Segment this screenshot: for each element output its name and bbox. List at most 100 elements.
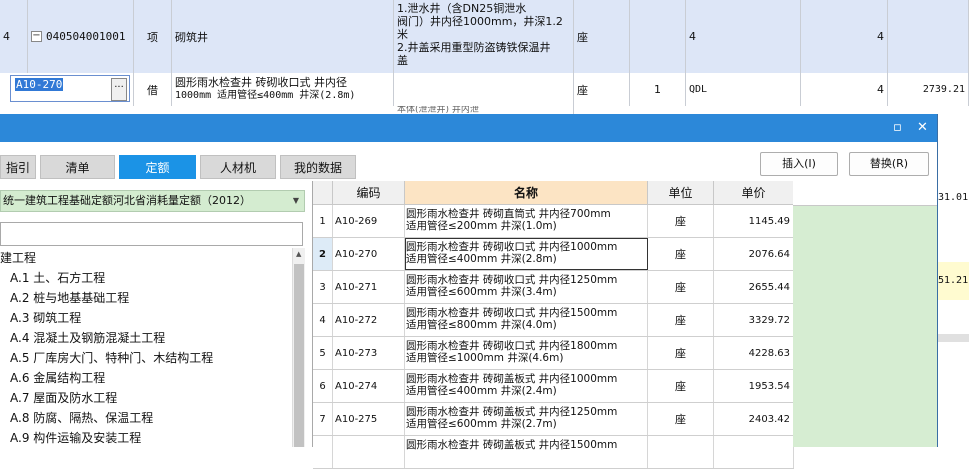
quota-name: 圆形雨水检查井 砖砌盖板式 井内径1000mm 适用管径≤400mm 井深(2.4… [405,370,648,402]
name-line-1: 圆形雨水检查井 砖砌盖板式 井内径1000mm [406,373,618,385]
row-coef: 1 [630,73,686,106]
name-line-1: 圆形雨水检查井 砖砌收口式 井内径1250mm [406,274,618,286]
tree-item[interactable]: A.6 金属结构工程 [0,368,291,388]
grid-header-unit[interactable]: 单位 [648,181,714,205]
row-number: 5 [313,337,333,369]
quota-price: 1953.54 [714,370,794,402]
desc-line: 米 [397,28,408,41]
tree-item[interactable]: A.9 构件运输及安装工程 [0,428,291,447]
table-row[interactable]: 5 A10-273 圆形雨水检查井 砖砌收口式 井内径1800mm 适用管径≤10… [313,337,794,370]
tree-item[interactable]: A.5 厂库房大门、特种门、木结构工程 [0,348,291,368]
table-row[interactable]: 圆形雨水检查井 砖砌盖板式 井内径1500mm [313,436,794,469]
name-line-2: 适用管径≤200mm 井深(1.0m) [406,220,557,232]
tree-item[interactable]: A.7 屋面及防水工程 [0,388,291,408]
tree-root[interactable]: 建工程 [0,248,291,268]
quota-code [333,436,405,468]
table-row[interactable]: 7 A10-275 圆形雨水检查井 砖砌盖板式 井内径1250mm 适用管径≤60… [313,403,794,436]
dialog-titlebar[interactable]: ▫ ✕ [0,114,937,142]
quota-unit: 座 [648,271,714,303]
row3-partial-text: 本体(泄泄井) 井内泄 [394,106,574,114]
row-name: 圆形雨水检查井 砖砌收口式 井内径 1000mm 适用管径≤400mm 井深(2… [172,73,394,106]
quota-code: A10-272 [333,304,405,336]
code-edit-value[interactable]: A10-270 [15,78,64,91]
strip-value: 31.01 [938,192,969,203]
quota-name: 圆形雨水检查井 砖砌收口式 井内径1000mm 适用管径≤400mm 井深(2.8… [405,238,648,270]
desc-line: 盖 [397,54,408,67]
row-number: 2 [313,238,333,270]
quota-price: 2655.44 [714,271,794,303]
row-qty-expr: 4 [686,0,801,73]
table-row[interactable]: 2 A10-270 圆形雨水检查井 砖砌收口式 井内径1000mm 适用管径≤40… [313,238,794,271]
strip-divider [938,334,969,342]
table-row[interactable]: 4 A10-272 圆形雨水检查井 砖砌收口式 井内径1500mm 适用管径≤80… [313,304,794,337]
name-line-2: 适用管径≤1000mm 井深(4.6m) [406,352,564,364]
replace-button[interactable]: 替换(R) [849,152,929,176]
table-row[interactable]: 6 A10-274 圆形雨水检查井 砖砌盖板式 井内径1000mm 适用管径≤40… [313,370,794,403]
scroll-up-icon[interactable]: ▲ [296,250,301,258]
quota-price: 2403.42 [714,403,794,435]
name-line-1: 圆形雨水检查井 砖砌收口式 井内径1500mm [406,307,618,319]
tab-my-data[interactable]: 我的数据 [280,155,356,179]
grid-header-name[interactable]: 名称 [405,181,648,205]
name-line-2: 适用管径≤600mm 井深(2.7m) [406,418,557,430]
tree-item[interactable]: A.4 混凝土及钢筋混凝土工程 [0,328,291,348]
quota-unit: 座 [648,304,714,336]
quota-name: 圆形雨水检查井 砖砌盖板式 井内径1250mm 适用管径≤600mm 井深(2.7… [405,403,648,435]
close-icon[interactable]: ✕ [917,120,928,135]
row-coef-empty [630,0,686,73]
quota-name: 圆形雨水检查井 砖砌盖板式 井内径1500mm [405,436,648,468]
row-name: 砌筑井 [172,0,394,73]
library-select[interactable]: 统一建筑工程基础定额河北省消耗量定额（2012） ▼ [0,190,305,212]
insert-button[interactable]: 插入(I) [760,152,838,176]
quota-price: 1145.49 [714,205,794,237]
tree-item[interactable]: A.8 防腐、隔热、保温工程 [0,408,291,428]
sheet-row-bill[interactable]: 4 − 040504001001 项 砌筑井 1.泄水井（含DN25铜泄水 阀门… [0,0,969,74]
quota-unit [648,436,714,468]
quota-name: 圆形雨水检查井 砖砌收口式 井内径1800mm 适用管径≤1000mm 井深(4.… [405,337,648,369]
scroll-thumb[interactable] [294,264,304,447]
grid-header-code[interactable]: 编码 [333,181,405,205]
tab-labor-material[interactable]: 人材机 [200,155,276,179]
right-sheet-strip: 31.01 51.21 [937,114,969,447]
quota-code: A10-271 [333,271,405,303]
tab-bill[interactable]: 清单 [40,155,115,179]
tree-scrollbar[interactable]: ▲ [292,248,305,447]
row-number [313,436,333,468]
tree-item[interactable]: A.1 土、石方工程 [0,268,291,288]
detail-pane-header [793,181,937,206]
tab-guide[interactable]: 指引 [0,155,36,179]
detail-pane [793,181,937,447]
row-type: 项 [134,0,172,73]
collapse-icon[interactable]: − [31,31,42,42]
row-qty: 4 [801,0,888,73]
sheet-row-quota[interactable]: A10-270 ··· 借 圆形雨水检查井 砖砌收口式 井内径 1000mm 适… [0,73,969,107]
more-button[interactable]: ··· [111,78,127,101]
quota-query-dialog: ▫ ✕ 指引 清单 定额 人材机 我的数据 插入(I) 替换(R) 统一建筑工程… [0,114,938,469]
name-line-1: 圆形雨水检查井 砖砌收口式 井内径1000mm [406,241,618,253]
strip-value: 51.21 [938,262,969,300]
name-line-1: 圆形雨水检查井 砖砌盖板式 井内径1500mm [406,439,618,451]
name-line-2: 适用管径≤600mm 井深(3.4m) [406,286,557,298]
row-unit: 座 [574,0,630,73]
table-row[interactable]: 3 A10-271 圆形雨水检查井 砖砌收口式 井内径1250mm 适用管径≤60… [313,271,794,304]
quota-price [714,436,794,468]
code-edit-field[interactable]: A10-270 ··· [10,75,130,102]
grid-header-price[interactable]: 单价 [714,181,794,205]
table-row[interactable]: 1 A10-269 圆形雨水检查井 砖砌直筒式 井内径700mm 适用管径≤200… [313,205,794,238]
quota-name: 圆形雨水检查井 砖砌收口式 井内径1500mm 适用管径≤800mm 井深(4.0… [405,304,648,336]
name-line-2: 适用管径≤400mm 井深(2.8m) [406,253,557,265]
dropdown-arrow-icon[interactable]: ▼ [293,191,299,211]
row-number: 7 [313,403,333,435]
row-qty: 4 [801,73,888,106]
quota-unit: 座 [648,205,714,237]
maximize-icon[interactable]: ▫ [893,120,902,135]
quota-price: 3329.72 [714,304,794,336]
tab-quota[interactable]: 定额 [119,155,196,179]
row-description: 1.泄水井（含DN25铜泄水 阀门）井内径1000mm，井深1.2 米 2.井盖… [394,0,574,73]
name-line: 1000mm 适用管径≤400mm 井深(2.8m) [175,90,356,101]
row-unit: 座 [574,73,630,106]
quota-price: 2076.64 [714,238,794,270]
search-input[interactable] [0,222,303,246]
tree-item[interactable]: A.2 桩与地基基础工程 [0,288,291,308]
tree-item[interactable]: A.3 砌筑工程 [0,308,291,328]
